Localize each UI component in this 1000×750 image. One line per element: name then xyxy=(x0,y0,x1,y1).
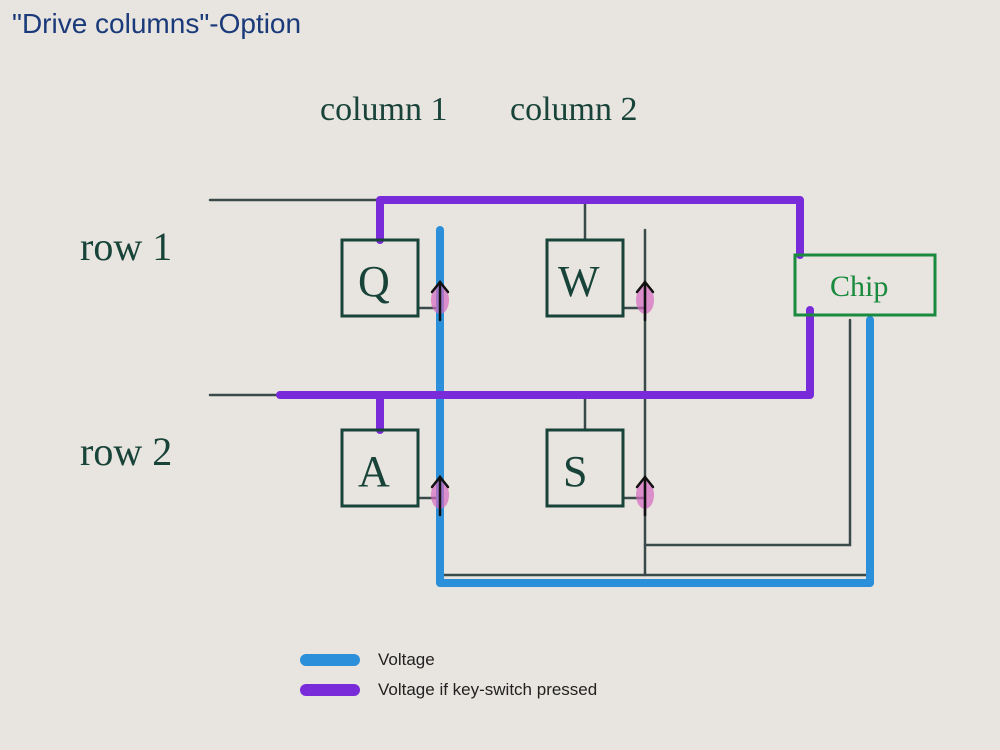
pressed-row2-stub xyxy=(380,395,440,430)
key-a-label: A xyxy=(358,447,390,496)
voltage-path xyxy=(440,230,870,583)
legend-label-voltage: Voltage xyxy=(378,650,435,670)
chip-label: Chip xyxy=(830,270,888,303)
wire-col2-to-chip xyxy=(645,320,850,545)
pressed-row2-path xyxy=(280,310,810,395)
legend-swatch-voltage xyxy=(300,654,360,666)
diagram-stage: "Drive columns"-Option xyxy=(0,0,1000,750)
legend-label-pressed: Voltage if key-switch pressed xyxy=(378,680,597,700)
legend: Voltage Voltage if key-switch pressed xyxy=(300,650,597,710)
diode-q xyxy=(431,282,449,320)
label-row2: row 2 xyxy=(80,429,172,474)
key-w-label: W xyxy=(558,257,600,306)
diode-a xyxy=(431,477,449,515)
wire-col1-to-chip xyxy=(440,320,870,575)
diode-w xyxy=(636,282,654,320)
label-row1: row 1 xyxy=(80,224,172,269)
key-q-label: Q xyxy=(358,257,390,306)
diode-s xyxy=(636,477,654,515)
diagram-svg: Q W A S Chip column 1 column 2 row 1 row… xyxy=(0,0,1000,750)
label-col2: column 2 xyxy=(510,91,637,128)
label-col1: column 1 xyxy=(320,91,447,128)
legend-row-voltage: Voltage xyxy=(300,650,597,670)
key-s-label: S xyxy=(563,447,587,496)
legend-swatch-pressed xyxy=(300,684,360,696)
legend-row-pressed: Voltage if key-switch pressed xyxy=(300,680,597,700)
